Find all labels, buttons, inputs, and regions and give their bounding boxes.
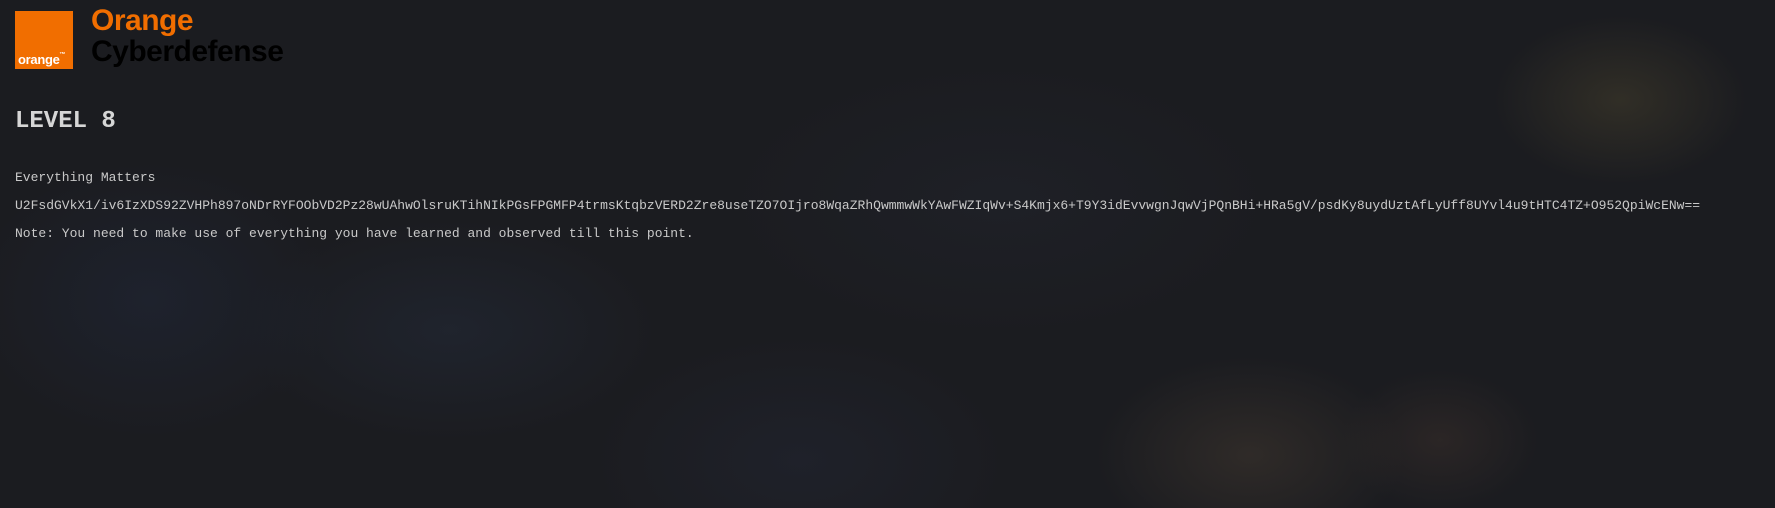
site-header: orange™ Orange Cyberdefense: [15, 5, 284, 69]
orange-logo[interactable]: orange™: [15, 11, 73, 69]
brand-name-cyberdefense: Cyberdefense: [91, 35, 284, 68]
challenge-subtitle: Everything Matters: [15, 170, 156, 185]
challenge-note: Note: You need to make use of everything…: [15, 226, 694, 241]
ciphertext: U2FsdGVkX1/iv6IzXDS92ZVHPh897oNDrRYFOObV…: [15, 198, 1701, 213]
orange-logo-text: orange™: [18, 52, 66, 67]
brand-name-orange: Orange: [91, 4, 194, 37]
brand-name: Orange Cyberdefense: [91, 4, 284, 68]
page-title: LEVEL 8: [15, 108, 116, 135]
